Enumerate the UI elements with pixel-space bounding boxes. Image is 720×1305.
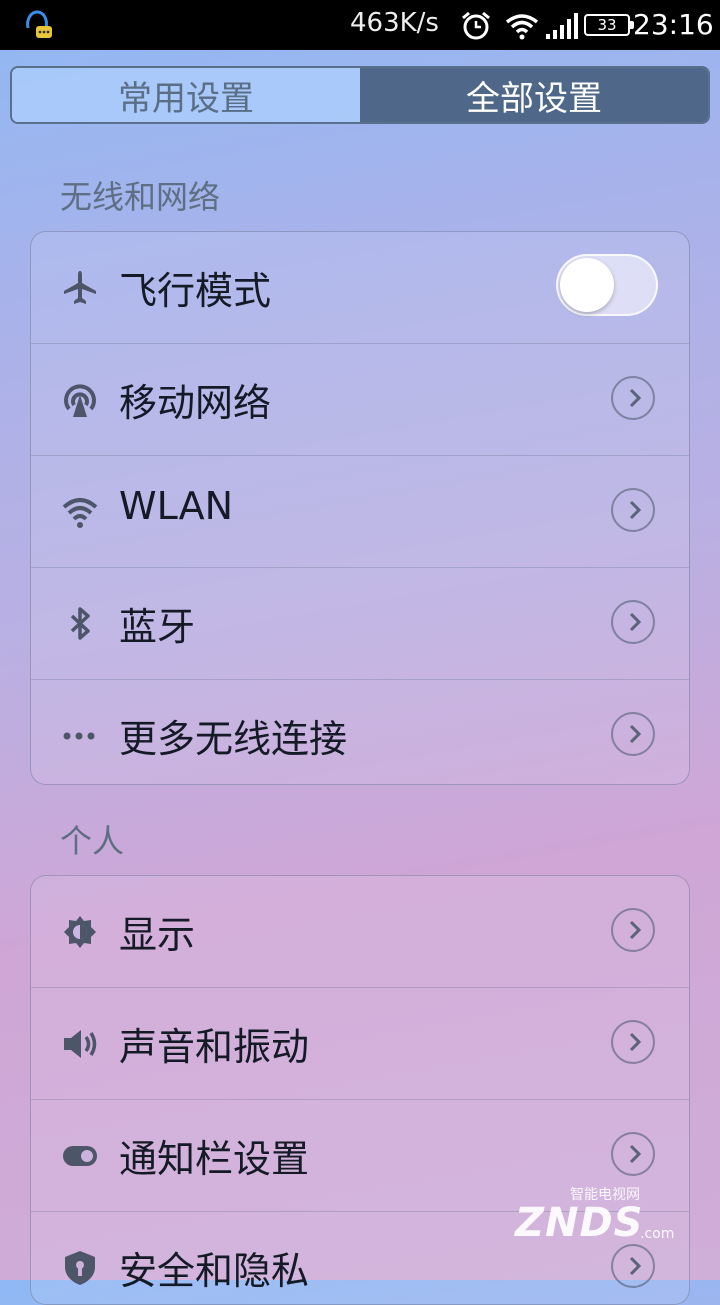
- setting-row-bluetooth[interactable]: 蓝牙: [31, 567, 689, 679]
- chevron-right-icon[interactable]: [611, 908, 655, 952]
- znds-watermark: 智能电视网 ZNDS .com: [505, 1182, 685, 1252]
- setting-label: 蓝牙: [119, 605, 196, 649]
- more-dots-icon: [63, 732, 95, 740]
- airplane-mode-toggle[interactable]: [556, 254, 658, 316]
- watermark-suffix: .com: [640, 1226, 675, 1242]
- alarm-clock-icon: [462, 11, 490, 40]
- setting-row-more-wireless[interactable]: 更多无线连接: [31, 679, 689, 784]
- chevron-right-icon[interactable]: [611, 600, 655, 644]
- setting-label: 飞行模式: [119, 269, 272, 313]
- qq-chat-icon: [26, 10, 52, 38]
- wireless-settings-card: 飞行模式 移动网络 WLAN 蓝牙 更多无线连接: [30, 231, 690, 785]
- setting-label: 声音和振动: [119, 1025, 310, 1069]
- watermark-logo-text: ZNDS: [515, 1200, 644, 1246]
- chevron-right-icon[interactable]: [611, 712, 655, 756]
- chevron-right-icon[interactable]: [611, 1132, 655, 1176]
- status-bar: 463K/s 33 23:16: [0, 0, 720, 50]
- brightness-icon: [64, 916, 96, 948]
- chevron-right-icon[interactable]: [611, 376, 655, 420]
- setting-label: 安全和隐私: [119, 1249, 310, 1293]
- signal-bars-icon: [546, 13, 578, 39]
- section-title-personal: 个人: [60, 822, 125, 860]
- setting-row-mobile-network[interactable]: 移动网络: [31, 343, 689, 455]
- chevron-right-icon[interactable]: [611, 488, 655, 532]
- speaker-icon: [64, 1030, 97, 1058]
- setting-label: 显示: [119, 913, 196, 957]
- setting-label: 通知栏设置: [119, 1137, 310, 1181]
- shield-lock-icon: [65, 1251, 95, 1285]
- section-title-wireless: 无线和网络: [60, 178, 221, 216]
- setting-row-display[interactable]: 显示: [31, 876, 689, 987]
- notification-toggle-icon: [63, 1146, 97, 1166]
- airplane-icon: [64, 271, 96, 304]
- tab-common-settings[interactable]: 常用设置: [12, 68, 360, 122]
- wifi-icon: [62, 498, 98, 528]
- wifi-icon: [505, 14, 539, 40]
- cellular-antenna-icon: [64, 384, 96, 417]
- battery-indicator: 33: [584, 14, 634, 36]
- setting-label: WLAN: [119, 484, 234, 528]
- network-speed: 463K/s: [350, 8, 439, 38]
- setting-row-airplane-mode[interactable]: 飞行模式: [31, 232, 689, 343]
- tab-all-settings[interactable]: 全部设置: [360, 68, 708, 122]
- setting-row-wlan[interactable]: WLAN: [31, 455, 689, 567]
- setting-row-sound-vibration[interactable]: 声音和振动: [31, 987, 689, 1099]
- clock-time: 23:16: [633, 8, 714, 41]
- setting-label: 更多无线连接: [119, 717, 348, 761]
- bluetooth-icon: [70, 607, 90, 640]
- setting-label: 移动网络: [119, 381, 272, 425]
- chevron-right-icon[interactable]: [611, 1020, 655, 1064]
- toggle-knob: [560, 258, 614, 312]
- settings-tab-switcher: 常用设置 全部设置: [10, 66, 710, 124]
